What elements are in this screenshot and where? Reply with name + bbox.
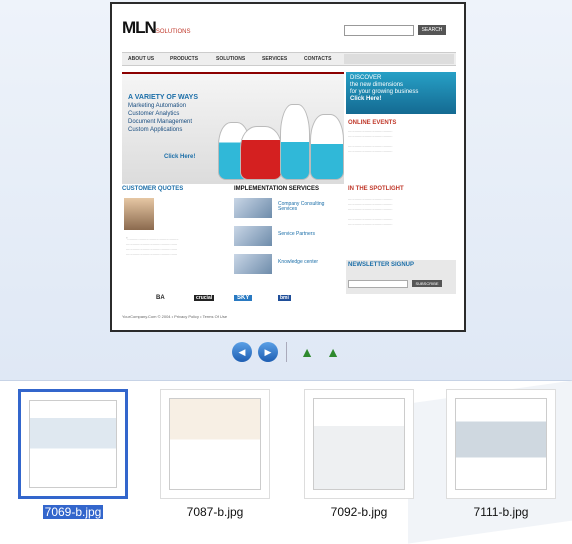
flask-image	[240, 126, 282, 180]
preview-nav: ABOUT US PRODUCTS SOLUTIONS SERVICES CON…	[122, 52, 456, 66]
service-image	[234, 198, 272, 218]
preview-nav-item: SOLUTIONS	[216, 56, 246, 62]
rotate-clockwise-icon[interactable]: ▲	[322, 342, 344, 362]
preview-online-events-heading: ONLINE EVENTS	[348, 120, 397, 126]
thumbnail-label[interactable]: 7087-b.jpg	[160, 505, 270, 519]
preview-nav-item: SERVICES	[262, 56, 288, 62]
toolbar-separator	[286, 342, 287, 362]
preview-nav-item: ABOUT US	[128, 56, 155, 62]
preview-implementation-heading: IMPLEMENTATION SERVICES	[234, 186, 320, 192]
rotate-counterclockwise-icon[interactable]: ▲	[296, 342, 318, 362]
preview-search-button: SEARCH	[418, 25, 446, 35]
preview-nav-item: CONTACTS	[304, 56, 332, 62]
previous-image-icon[interactable]: ◀	[232, 342, 252, 362]
preview-partner-logos: BA crucial SKY bmi	[156, 295, 291, 301]
image-preview: MLNSOLUTIONS SEARCH ABOUT US PRODUCTS SO…	[110, 2, 466, 332]
next-image-icon[interactable]: ▶	[258, 342, 278, 362]
flask-image	[280, 104, 310, 180]
preview-copyright: YourCompany.Com © 2004 • Privacy Policy …	[122, 314, 228, 319]
preview-logo: MLNSOLUTIONS	[122, 18, 191, 37]
preview-utility-links	[344, 54, 454, 64]
preview-events-text: ........................................…	[348, 128, 393, 153]
preview-customer-quotes-heading: CUSTOMER QUOTES	[122, 186, 184, 192]
preview-newsletter-box: NEWSLETTER SIGNUP SUBSCRIBE	[346, 260, 456, 294]
service-link: Company Consulting Services	[278, 201, 325, 212]
preview-spotlight-text: ........................................…	[348, 196, 393, 226]
thumbnail-strip: 7069-b.jpg 7087-b.jpg 7092-b.jpg 7111-b.…	[0, 378, 572, 544]
service-link: Service Partners	[278, 231, 315, 237]
preview-discover-banner: DISCOVER the new dimensions for your gro…	[346, 72, 456, 114]
service-image	[234, 226, 272, 246]
service-link: Knowledge center	[278, 259, 319, 265]
flask-image	[310, 114, 344, 180]
preview-nav-item: PRODUCTS	[170, 56, 199, 62]
thumbnail-item[interactable]	[304, 389, 414, 499]
preview-hero: A VARIETY OF WAYS Marketing Automation C…	[122, 72, 344, 184]
customer-photo	[124, 198, 154, 230]
viewer-toolbar: ◀ ▶ ▲ ▲	[0, 338, 572, 366]
thumbnail-item[interactable]	[446, 389, 556, 499]
image-viewer: MLNSOLUTIONS SEARCH ABOUT US PRODUCTS SO…	[0, 0, 572, 380]
preview-spotlight-heading: IN THE SPOTLIGHT	[348, 186, 404, 192]
thumbnail-item[interactable]	[18, 389, 128, 499]
service-image	[234, 254, 272, 274]
thumbnail-label[interactable]: 7111-b.jpg	[446, 505, 556, 519]
thumbnail-label[interactable]: 7092-b.jpg	[304, 505, 414, 519]
preview-quote-text: ".......................................…	[126, 236, 179, 256]
thumbnail-item[interactable]	[160, 389, 270, 499]
preview-search-box	[344, 25, 414, 36]
thumbnail-label[interactable]: 7069-b.jpg	[18, 505, 128, 519]
